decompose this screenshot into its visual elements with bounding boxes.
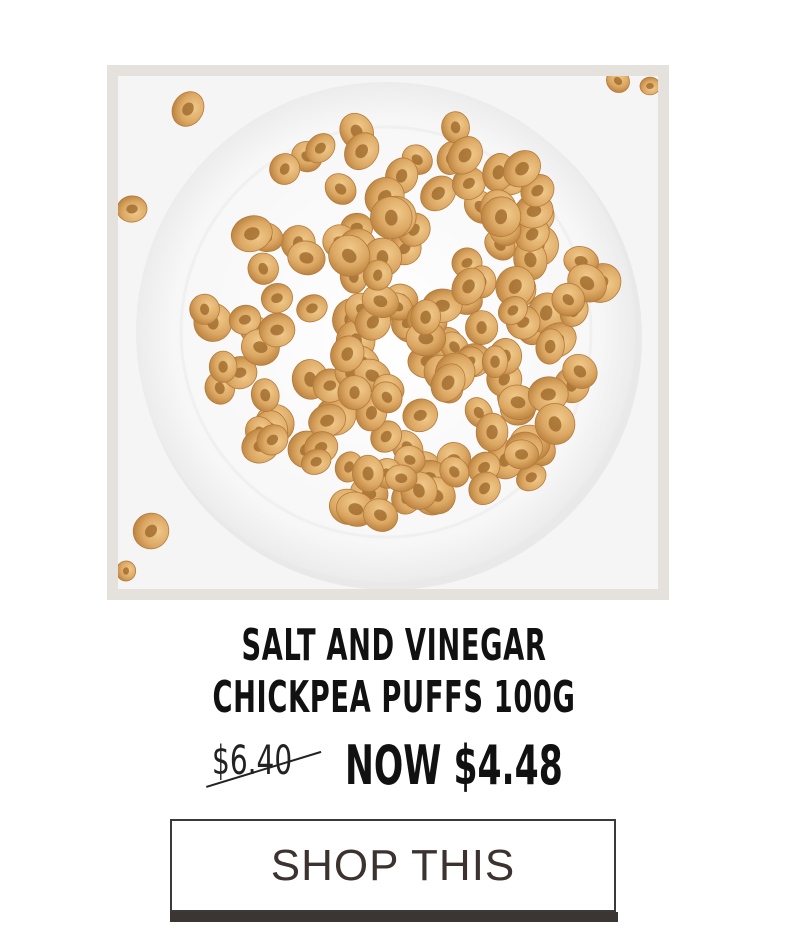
shop-this-label: SHOP THIS xyxy=(270,840,516,890)
shop-button-shadow xyxy=(170,912,618,922)
product-image[interactable] xyxy=(118,76,658,589)
chickpea-puffs-plate-photo xyxy=(118,76,658,589)
puff xyxy=(208,350,238,383)
product-title: SALT AND VINEGAR CHICKPEA PUFFS 100G xyxy=(150,620,639,724)
price-row: $6.40 NOW $4.48 xyxy=(0,734,788,797)
product-title-line1: SALT AND VINEGAR xyxy=(241,620,547,671)
product-image-frame xyxy=(107,65,669,600)
puff xyxy=(481,345,509,379)
sale-price: NOW $4.48 xyxy=(345,734,563,797)
puff xyxy=(465,310,499,345)
old-price: $6.40 xyxy=(212,738,293,784)
shop-this-button[interactable]: SHOP THIS xyxy=(170,819,616,912)
product-title-line2: CHICKPEA PUFFS 100G xyxy=(212,672,576,723)
